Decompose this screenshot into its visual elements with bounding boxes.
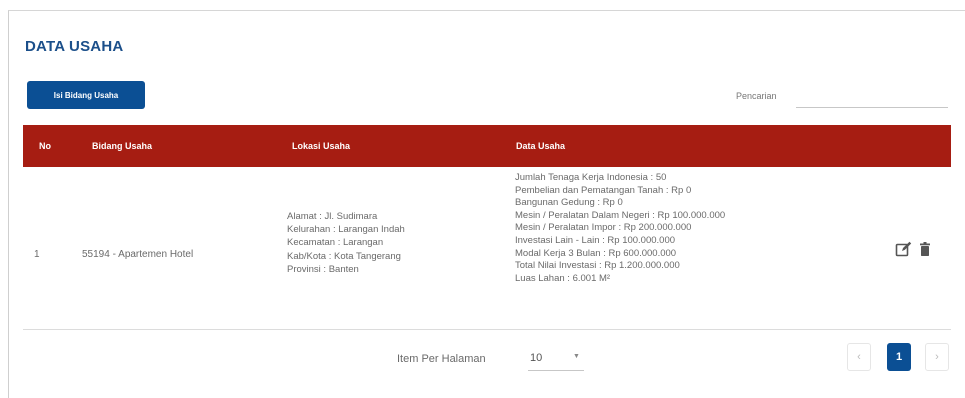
row-number: 1	[34, 249, 40, 260]
row-data-usaha: Jumlah Tenaga Kerja Indonesia : 50 Pembe…	[515, 172, 725, 285]
data-line: Modal Kerja 3 Bulan : Rp 600.000.000	[515, 247, 677, 259]
column-header-lokasi-usaha: Lokasi Usaha	[292, 141, 351, 151]
lokasi-line: Kab/Kota : Kota Tangerang	[287, 250, 401, 262]
items-per-page-label: Item Per Halaman	[397, 353, 486, 365]
search-input[interactable]	[796, 86, 948, 108]
data-line: Mesin / Peralatan Impor : Rp 200.000.000	[515, 222, 692, 234]
data-line: Investasi Lain - Lain : Rp 100.000.000	[515, 234, 676, 246]
page-1-button[interactable]: 1	[887, 343, 911, 371]
search-label: Pencarian	[736, 91, 777, 101]
lokasi-line: Provinsi : Banten	[287, 263, 359, 275]
column-header-bidang-usaha: Bidang Usaha	[92, 141, 153, 151]
data-line: Mesin / Peralatan Dalam Negeri : Rp 100.…	[515, 209, 726, 221]
edit-icon[interactable]	[895, 241, 912, 257]
data-line: Bangunan Gedung : Rp 0	[515, 197, 623, 209]
column-header-data-usaha: Data Usaha	[516, 141, 566, 151]
next-page-button[interactable]: ›	[925, 343, 949, 371]
row-actions	[895, 241, 930, 257]
items-per-page-select[interactable]: 10 ▼	[528, 345, 584, 371]
data-line: Jumlah Tenaga Kerja Indonesia : 50	[515, 172, 667, 183]
lokasi-line: Kecamatan : Larangan	[287, 237, 384, 249]
row-bidang-usaha: 55194 - Apartemen Hotel	[82, 249, 194, 260]
lokasi-line: Kelurahan : Larangan Indah	[287, 224, 405, 236]
data-line: Luas Lahan : 6.001 M²	[515, 272, 611, 284]
lokasi-line: Alamat : Jl. Sudimara	[287, 211, 378, 222]
page-title: DATA USAHA	[25, 38, 124, 55]
add-business-field-button[interactable]: Isi Bidang Usaha	[27, 81, 145, 109]
trash-icon[interactable]	[920, 242, 930, 256]
column-header-no: No	[39, 141, 51, 151]
data-line: Pembelian dan Pematangan Tanah : Rp 0	[515, 184, 692, 196]
prev-page-button[interactable]: ‹	[847, 343, 871, 371]
chevron-down-icon: ▼	[573, 353, 580, 360]
table-row: 1 55194 - Apartemen Hotel Alamat : Jl. S…	[23, 167, 951, 330]
table-header: No Bidang Usaha Lokasi Usaha Data Usaha	[23, 125, 951, 167]
data-line: Total Nilai Investasi : Rp 1.200.000.000	[515, 260, 680, 272]
row-lokasi-usaha: Alamat : Jl. Sudimara Kelurahan : Larang…	[287, 210, 405, 276]
items-per-page-value: 10	[530, 351, 543, 364]
